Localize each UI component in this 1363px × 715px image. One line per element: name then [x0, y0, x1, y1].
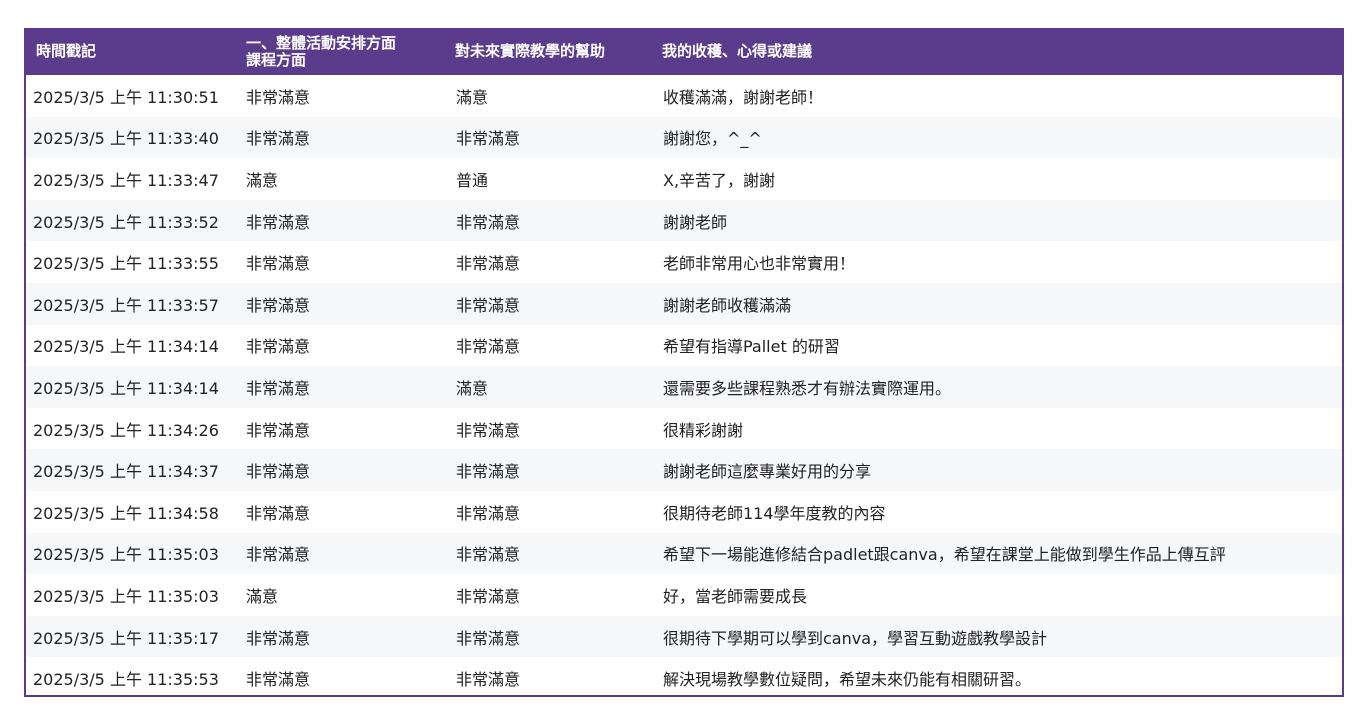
table-row[interactable]: 2025/3/5 上午 11:33:57 非常滿意 非常滿意 謝謝老師收穫滿滿 — [26, 282, 1342, 325]
table-header-row: 時間戳記 一、整體活動安排方面 課程方面 對未來實際教學的幫助 我的收穫、心得或… — [26, 28, 1342, 75]
header-activity-arrangement[interactable]: 一、整體活動安排方面 課程方面 — [236, 28, 445, 75]
cell-help-rating: 非常滿意 — [456, 462, 521, 482]
cell-activity-rating: 非常滿意 — [246, 295, 311, 315]
cell-activity-rating: 非常滿意 — [246, 545, 311, 565]
table-row[interactable]: 2025/3/5 上午 11:34:14 非常滿意 非常滿意 希望有指導Pallet … — [26, 324, 1342, 367]
header-feedback[interactable]: 我的收穫、心得或建議 — [652, 28, 1342, 75]
cell-activity-rating: 非常滿意 — [246, 628, 311, 648]
cell-activity-rating: 非常滿意 — [246, 212, 311, 232]
cell-timestamp: 2025/3/5 上午 11:34:37 — [33, 462, 219, 482]
cell-timestamp: 2025/3/5 上午 11:33:40 — [33, 129, 219, 149]
cell-feedback: 解決現場教學數位疑問，希望未來仍能有相關研習。 — [663, 670, 1032, 690]
cell-activity-rating: 非常滿意 — [246, 378, 311, 398]
table-row[interactable]: 2025/3/5 上午 11:35:03 滿意 非常滿意 好，當老師需要成長 — [26, 574, 1342, 616]
cell-activity-rating: 非常滿意 — [246, 462, 311, 482]
cell-help-rating: 非常滿意 — [456, 670, 521, 690]
table-row[interactable]: 2025/3/5 上午 11:30:51 非常滿意 滿意 收穫滿滿，謝謝老師！ — [26, 75, 1342, 117]
cell-activity-rating: 非常滿意 — [246, 420, 311, 440]
cell-feedback: X,辛苦了，謝謝 — [663, 170, 776, 190]
table-row[interactable]: 2025/3/5 上午 11:34:37 非常滿意 非常滿意 謝謝老師這麼專業好用的分… — [26, 449, 1342, 491]
cell-feedback: 很精彩謝謝 — [663, 420, 744, 440]
table-row[interactable]: 2025/3/5 上午 11:34:14 非常滿意 滿意 還需要多些課程熟悉才有辦法實… — [26, 366, 1342, 408]
cell-feedback: 謝謝您，^_^ — [663, 129, 762, 149]
cell-activity-rating: 非常滿意 — [246, 254, 311, 274]
cell-help-rating: 非常滿意 — [456, 420, 521, 440]
header-teaching-help[interactable]: 對未來實際教學的幫助 — [445, 28, 652, 75]
table-row[interactable]: 2025/3/5 上午 11:35:03 非常滿意 非常滿意 希望下一場能進修結合pa… — [26, 532, 1342, 575]
cell-timestamp: 2025/3/5 上午 11:35:53 — [33, 670, 219, 690]
table-row[interactable]: 2025/3/5 上午 11:33:40 非常滿意 非常滿意 謝謝您，^_^ — [26, 116, 1342, 159]
cell-help-rating: 非常滿意 — [456, 129, 521, 149]
table-row[interactable]: 2025/3/5 上午 11:35:17 非常滿意 非常滿意 很期待下學期可以學到ca… — [26, 615, 1342, 658]
cell-help-rating: 非常滿意 — [456, 212, 521, 232]
cell-timestamp: 2025/3/5 上午 11:34:26 — [33, 420, 219, 440]
cell-activity-rating: 非常滿意 — [246, 87, 311, 107]
cell-help-rating: 普通 — [456, 170, 489, 190]
cell-timestamp: 2025/3/5 上午 11:33:52 — [33, 212, 219, 232]
cell-activity-rating: 滿意 — [246, 170, 279, 190]
cell-help-rating: 非常滿意 — [456, 337, 521, 357]
cell-feedback: 希望下一場能進修結合padlet跟canva，希望在課堂上能做到學生作品上傳互評 — [663, 545, 1226, 565]
table-row[interactable]: 2025/3/5 上午 11:34:26 非常滿意 非常滿意 很精彩謝謝 — [26, 407, 1342, 450]
cell-help-rating: 非常滿意 — [456, 503, 521, 523]
cell-feedback: 謝謝老師這麼專業好用的分享 — [663, 462, 872, 482]
cell-help-rating: 滿意 — [456, 87, 489, 107]
table-row[interactable]: 2025/3/5 上午 11:34:58 非常滿意 非常滿意 很期待老師114學年度教… — [26, 490, 1342, 533]
header-timestamp[interactable]: 時間戳記 — [26, 28, 236, 75]
cell-activity-rating: 非常滿意 — [246, 129, 311, 149]
cell-timestamp: 2025/3/5 上午 11:30:51 — [33, 87, 219, 107]
cell-timestamp: 2025/3/5 上午 11:34:14 — [33, 337, 219, 357]
cell-activity-rating: 非常滿意 — [246, 503, 311, 523]
cell-help-rating: 非常滿意 — [456, 254, 521, 274]
cell-help-rating: 非常滿意 — [456, 586, 521, 606]
cell-feedback: 謝謝老師 — [663, 212, 728, 232]
cell-activity-rating: 非常滿意 — [246, 337, 311, 357]
cell-feedback: 希望有指導Pallet 的研習 — [663, 337, 840, 357]
table-row[interactable]: 2025/3/5 上午 11:35:53 非常滿意 非常滿意 解決現場教學數位疑問，希… — [26, 657, 1342, 695]
cell-feedback: 老師非常用心也非常實用！ — [663, 254, 856, 274]
cell-timestamp: 2025/3/5 上午 11:33:57 — [33, 295, 219, 315]
cell-feedback: 很期待老師114學年度教的內容 — [663, 503, 886, 523]
cell-timestamp: 2025/3/5 上午 11:34:14 — [33, 378, 219, 398]
table-row[interactable]: 2025/3/5 上午 11:33:55 非常滿意 非常滿意 老師非常用心也非常實用！ — [26, 241, 1342, 283]
cell-feedback: 好，當老師需要成長 — [663, 586, 808, 606]
cell-help-rating: 非常滿意 — [456, 545, 521, 565]
cell-help-rating: 非常滿意 — [456, 628, 521, 648]
table-row[interactable]: 2025/3/5 上午 11:33:52 非常滿意 非常滿意 謝謝老師 — [26, 199, 1342, 242]
table-body: 2025/3/5 上午 11:30:51 非常滿意 滿意 收穫滿滿，謝謝老師！ 2025… — [26, 75, 1342, 695]
table-row[interactable]: 2025/3/5 上午 11:33:47 滿意 普通 X,辛苦了，謝謝 — [26, 158, 1342, 200]
cell-timestamp: 2025/3/5 上午 11:35:03 — [33, 545, 219, 565]
survey-table-container: 時間戳記 一、整體活動安排方面 課程方面 對未來實際教學的幫助 我的收穫、心得或… — [24, 28, 1344, 697]
cell-feedback: 收穫滿滿，謝謝老師！ — [663, 87, 824, 107]
cell-timestamp: 2025/3/5 上午 11:33:55 — [33, 254, 219, 274]
cell-feedback: 謝謝老師收穫滿滿 — [663, 295, 792, 315]
cell-timestamp: 2025/3/5 上午 11:35:03 — [33, 586, 219, 606]
cell-activity-rating: 非常滿意 — [246, 670, 311, 690]
cell-timestamp: 2025/3/5 上午 11:35:17 — [33, 628, 219, 648]
cell-feedback: 很期待下學期可以學到canva，學習互動遊戲教學設計 — [663, 628, 1048, 648]
cell-activity-rating: 滿意 — [246, 586, 279, 606]
cell-help-rating: 滿意 — [456, 378, 489, 398]
cell-timestamp: 2025/3/5 上午 11:33:47 — [33, 170, 219, 190]
survey-responses-table: 時間戳記 一、整體活動安排方面 課程方面 對未來實際教學的幫助 我的收穫、心得或… — [26, 28, 1342, 695]
cell-feedback: 還需要多些課程熟悉才有辦法實際運用。 — [663, 378, 952, 398]
cell-help-rating: 非常滿意 — [456, 295, 521, 315]
cell-timestamp: 2025/3/5 上午 11:34:58 — [33, 503, 219, 523]
